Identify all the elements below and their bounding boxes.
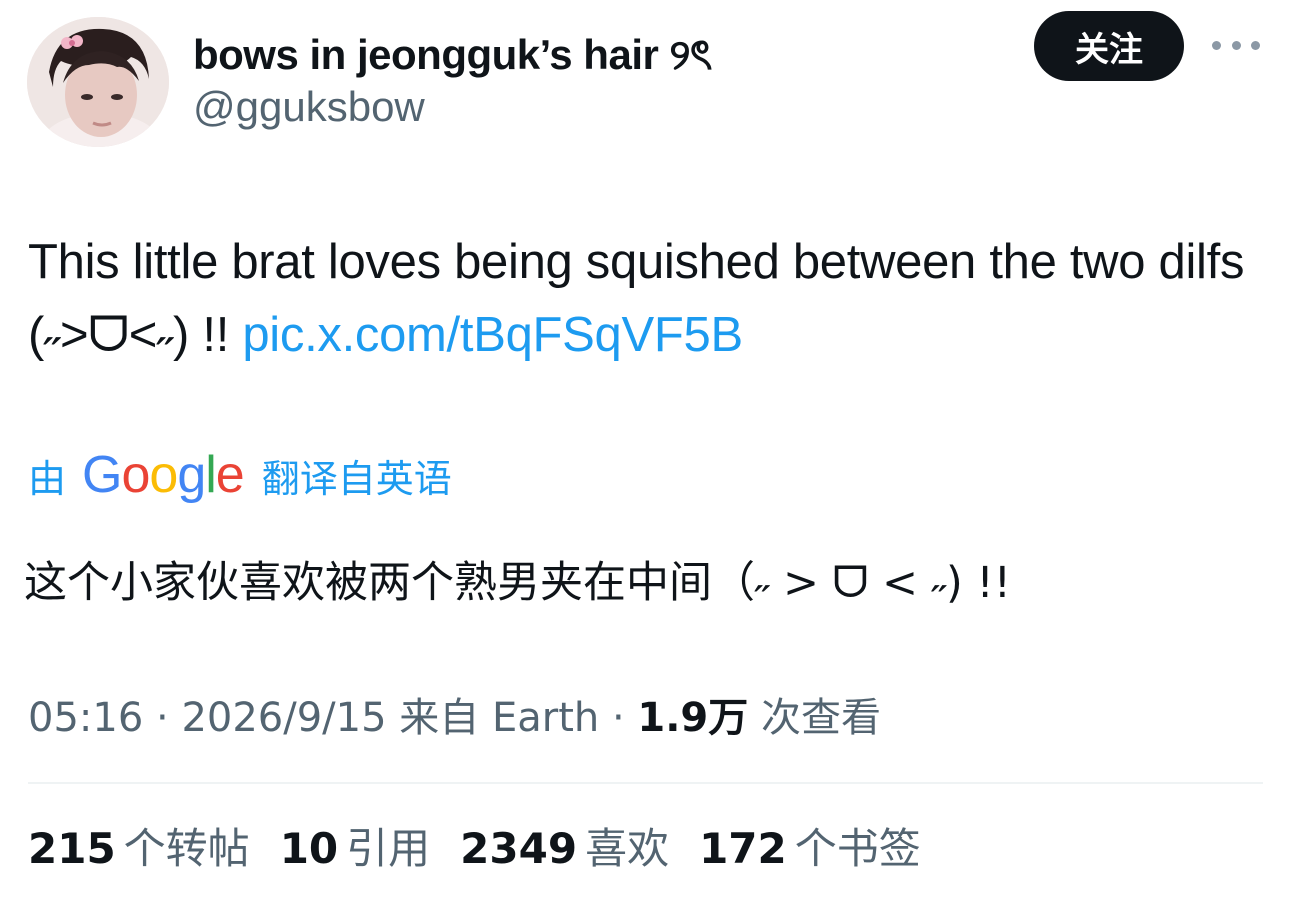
follow-button[interactable]: 关注 xyxy=(1034,11,1184,81)
quotes-label: 引用 xyxy=(346,824,431,873)
dot xyxy=(1212,40,1221,50)
translated-text: 这个小家伙喜欢被两个熟男夹在中间（˶ > ᗜ < ˶) !! xyxy=(24,558,1011,608)
likes-label: 喜欢 xyxy=(585,824,670,873)
google-logo: Google xyxy=(82,446,245,504)
tweet-media-link[interactable]: pic.x.com/tBqFSqVF5B xyxy=(242,308,743,362)
avatar[interactable] xyxy=(27,17,169,147)
retweets-label: 个转帖 xyxy=(123,824,250,873)
divider xyxy=(28,782,1263,784)
avatar-image xyxy=(27,17,169,147)
tweet-date[interactable]: 2026/9/15 xyxy=(181,695,386,741)
tweet-text: This little brat loves being squished be… xyxy=(28,226,1258,372)
retweets-stat[interactable]: 215 个转帖 xyxy=(28,815,250,876)
retweets-count: 215 xyxy=(28,824,116,873)
quotes-count: 10 xyxy=(279,824,339,873)
views-label: 次查看 xyxy=(760,695,881,741)
likes-count: 2349 xyxy=(460,824,578,873)
separator-dot: · xyxy=(156,695,182,741)
translation-attribution[interactable]: 由 Google 翻译自英语 xyxy=(28,440,452,510)
engagement-stats: 215 个转帖 10 引用 2349 喜欢 172 个书签 xyxy=(28,815,951,876)
dot xyxy=(1231,40,1241,50)
tweet-metadata: 05:16 · 2026/9/15 来自 Earth · 1.9万 次查看 xyxy=(28,685,881,743)
tweet-source: 来自 Earth xyxy=(399,695,600,741)
translated-by-label: 由 xyxy=(28,456,67,501)
quotes-stat[interactable]: 10 引用 xyxy=(280,815,430,876)
dot xyxy=(1251,40,1260,50)
bookmarks-label: 个书签 xyxy=(794,824,921,873)
views-count: 1.9万 xyxy=(637,695,749,741)
tweet-header: bows in jeongguk’s hair ୨ৎ @gguksbow 关注 xyxy=(0,0,1290,160)
likes-stat[interactable]: 2349 喜欢 xyxy=(460,815,669,876)
translated-from-label: 翻译自英语 xyxy=(261,456,452,501)
tweet-time[interactable]: 05:16 xyxy=(28,695,143,741)
bookmarks-stat[interactable]: 172 个书签 xyxy=(699,815,921,876)
bookmarks-count: 172 xyxy=(699,824,787,873)
more-horizontal-icon[interactable] xyxy=(1212,30,1260,60)
user-handle[interactable]: @gguksbow xyxy=(193,83,425,131)
separator-dot: · xyxy=(611,695,638,741)
